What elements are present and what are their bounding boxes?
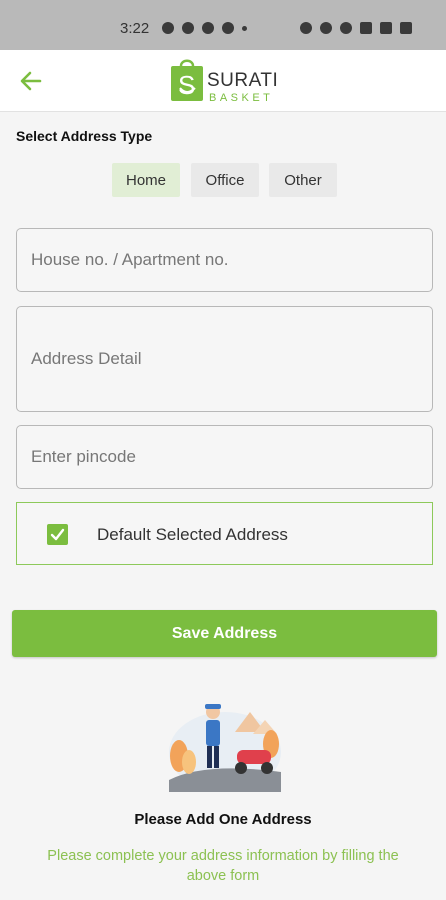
save-address-button[interactable]: Save Address <box>12 610 437 657</box>
chat-icon <box>222 22 234 34</box>
address-type-title: Select Address Type <box>16 128 153 144</box>
delivery-illustration <box>169 704 281 792</box>
game-icon <box>182 22 194 34</box>
app-header: S SURATI BASKET <box>0 50 446 112</box>
svg-text:S: S <box>178 70 195 100</box>
back-button[interactable] <box>14 66 48 96</box>
alarm-icon <box>300 22 312 34</box>
telegram-icon <box>202 22 214 34</box>
empty-state-description: Please complete your address information… <box>47 848 399 884</box>
spotify-icon <box>162 22 174 34</box>
address-type-other[interactable]: Other <box>269 163 337 197</box>
status-time: 3:22 <box>120 20 150 37</box>
address-detail-input[interactable]: Address Detail <box>16 306 433 412</box>
check-icon <box>50 528 65 541</box>
logo-text-main: SURATI <box>207 70 279 91</box>
more-dot-icon <box>242 26 247 31</box>
shopping-bag-logo-icon: S <box>171 59 203 101</box>
system-icons <box>300 22 412 34</box>
address-type-home[interactable]: Home <box>112 163 180 197</box>
data-icon <box>360 22 372 34</box>
back-arrow-icon <box>20 71 42 91</box>
battery-icon <box>400 22 412 34</box>
logo-text-sub: BASKET <box>209 92 274 104</box>
status-bar: 3:22 <box>0 0 446 50</box>
address-type-office[interactable]: Office <box>191 163 259 197</box>
location-icon <box>320 22 332 34</box>
house-number-input[interactable]: House no. / Apartment no. <box>16 228 433 292</box>
app-logo: S SURATI BASKET <box>170 56 280 106</box>
notification-icons <box>162 22 247 34</box>
signal-icon <box>380 22 392 34</box>
default-address-label: Default Selected Address <box>97 525 288 544</box>
vibrate-icon <box>340 22 352 34</box>
default-address-option[interactable]: Default Selected Address <box>16 502 433 565</box>
pincode-input[interactable]: Enter pincode <box>16 425 433 489</box>
default-address-checkbox[interactable] <box>47 524 68 545</box>
empty-state-title: Please Add One Address <box>134 811 312 828</box>
